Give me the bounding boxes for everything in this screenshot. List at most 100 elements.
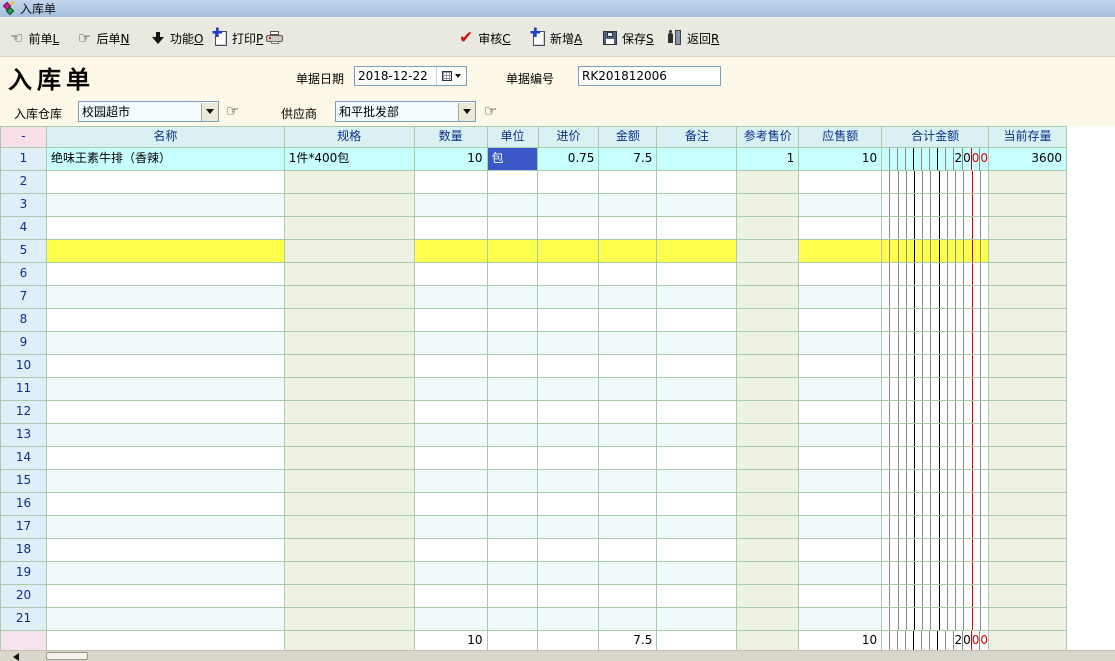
cell-unit[interactable] xyxy=(488,332,539,355)
cell-qty[interactable] xyxy=(415,539,488,562)
cell-stock[interactable] xyxy=(989,240,1067,263)
cell-num[interactable]: 15 xyxy=(1,470,47,493)
cell-note[interactable] xyxy=(657,171,737,194)
cell-qty[interactable] xyxy=(415,194,488,217)
cell-refprice[interactable] xyxy=(737,470,799,493)
cell-num[interactable]: 21 xyxy=(1,608,47,631)
cell-price[interactable] xyxy=(538,585,599,608)
cell-num[interactable]: 17 xyxy=(1,516,47,539)
cell-price[interactable] xyxy=(538,194,599,217)
cell-name[interactable] xyxy=(47,263,285,286)
cell-num[interactable] xyxy=(1,631,47,651)
cell-total-amount-ledger[interactable] xyxy=(882,516,989,539)
cell-stock[interactable] xyxy=(989,562,1067,585)
cell-stock[interactable] xyxy=(989,171,1067,194)
cell-amount[interactable] xyxy=(599,355,657,378)
scrollbar-thumb[interactable] xyxy=(46,652,88,660)
cell-qty[interactable] xyxy=(415,309,488,332)
cell-note[interactable] xyxy=(657,355,737,378)
cell-unit[interactable] xyxy=(488,631,539,651)
cell-price[interactable] xyxy=(538,401,599,424)
cell-name[interactable] xyxy=(47,470,285,493)
cell-unit[interactable] xyxy=(488,378,539,401)
cell-stock[interactable] xyxy=(989,378,1067,401)
cell-refprice[interactable] xyxy=(737,171,799,194)
cell-saleamt[interactable] xyxy=(799,608,882,631)
cell-amount[interactable] xyxy=(599,332,657,355)
cell-price[interactable] xyxy=(538,608,599,631)
cell-spec[interactable] xyxy=(285,539,415,562)
cell-price[interactable] xyxy=(538,217,599,240)
cell-unit[interactable] xyxy=(488,171,539,194)
cell-stock[interactable] xyxy=(989,631,1067,651)
cell-stock[interactable] xyxy=(989,401,1067,424)
cell-name[interactable] xyxy=(47,585,285,608)
cell-refprice[interactable] xyxy=(737,424,799,447)
cell-amount[interactable] xyxy=(599,470,657,493)
cell-unit[interactable] xyxy=(488,539,539,562)
cell-price[interactable] xyxy=(538,470,599,493)
cell-price[interactable] xyxy=(538,562,599,585)
cell-unit[interactable] xyxy=(488,217,539,240)
cell-unit[interactable] xyxy=(488,240,539,263)
cell-qty[interactable] xyxy=(415,171,488,194)
cell-qty[interactable]: 10 xyxy=(415,148,488,171)
cell-note[interactable] xyxy=(657,401,737,424)
cell-unit[interactable] xyxy=(488,562,539,585)
cell-amount[interactable] xyxy=(599,516,657,539)
cell-total-amount-ledger[interactable] xyxy=(882,378,989,401)
cell-spec[interactable] xyxy=(285,286,415,309)
cell-qty[interactable] xyxy=(415,378,488,401)
cell-saleamt[interactable] xyxy=(799,194,882,217)
cell-num[interactable]: 5 xyxy=(1,240,47,263)
cell-num[interactable]: 6 xyxy=(1,263,47,286)
cell-saleamt[interactable] xyxy=(799,516,882,539)
cell-amount[interactable] xyxy=(599,585,657,608)
cell-saleamt[interactable] xyxy=(799,378,882,401)
audit-button[interactable]: ✔审核C xyxy=(456,27,514,49)
cell-amount[interactable] xyxy=(599,401,657,424)
cell-amount[interactable] xyxy=(599,309,657,332)
cell-amount[interactable] xyxy=(599,171,657,194)
cell-saleamt[interactable] xyxy=(799,401,882,424)
cell-unit[interactable] xyxy=(488,447,539,470)
cell-amount[interactable]: 7.5 xyxy=(599,148,657,171)
cell-qty[interactable] xyxy=(415,355,488,378)
cell-saleamt[interactable] xyxy=(799,171,882,194)
cell-saleamt[interactable] xyxy=(799,309,882,332)
cell-num[interactable]: 19 xyxy=(1,562,47,585)
cell-name[interactable] xyxy=(47,493,285,516)
cell-num[interactable]: 11 xyxy=(1,378,47,401)
cell-saleamt[interactable] xyxy=(799,562,882,585)
cell-num[interactable]: 2 xyxy=(1,171,47,194)
cell-spec[interactable] xyxy=(285,378,415,401)
cell-unit[interactable] xyxy=(488,263,539,286)
warehouse-picker-hand-icon[interactable]: ☞ xyxy=(226,102,239,120)
cell-name[interactable] xyxy=(47,608,285,631)
cell-refprice[interactable] xyxy=(737,631,799,651)
print-button[interactable]: ✚打印P xyxy=(212,27,266,49)
horizontal-scrollbar[interactable] xyxy=(0,650,1115,661)
cell-spec[interactable] xyxy=(285,309,415,332)
cell-note[interactable] xyxy=(657,148,737,171)
cell-name[interactable] xyxy=(47,194,285,217)
cell-saleamt[interactable] xyxy=(799,240,882,263)
cell-stock[interactable] xyxy=(989,263,1067,286)
cell-stock[interactable] xyxy=(989,516,1067,539)
cell-saleamt[interactable] xyxy=(799,263,882,286)
cell-stock[interactable] xyxy=(989,493,1067,516)
cell-amount[interactable] xyxy=(599,286,657,309)
cell-amount[interactable] xyxy=(599,240,657,263)
cell-note[interactable] xyxy=(657,217,737,240)
cell-name[interactable] xyxy=(47,378,285,401)
number-field[interactable]: RK201812006 xyxy=(578,66,721,86)
cell-stock[interactable] xyxy=(989,286,1067,309)
cell-num[interactable]: 18 xyxy=(1,539,47,562)
warehouse-dropdown-button[interactable] xyxy=(201,103,218,121)
cell-stock[interactable] xyxy=(989,608,1067,631)
cell-refprice[interactable] xyxy=(737,263,799,286)
cell-stock[interactable] xyxy=(989,217,1067,240)
cell-qty[interactable] xyxy=(415,608,488,631)
cell-refprice[interactable] xyxy=(737,355,799,378)
cell-spec[interactable] xyxy=(285,355,415,378)
